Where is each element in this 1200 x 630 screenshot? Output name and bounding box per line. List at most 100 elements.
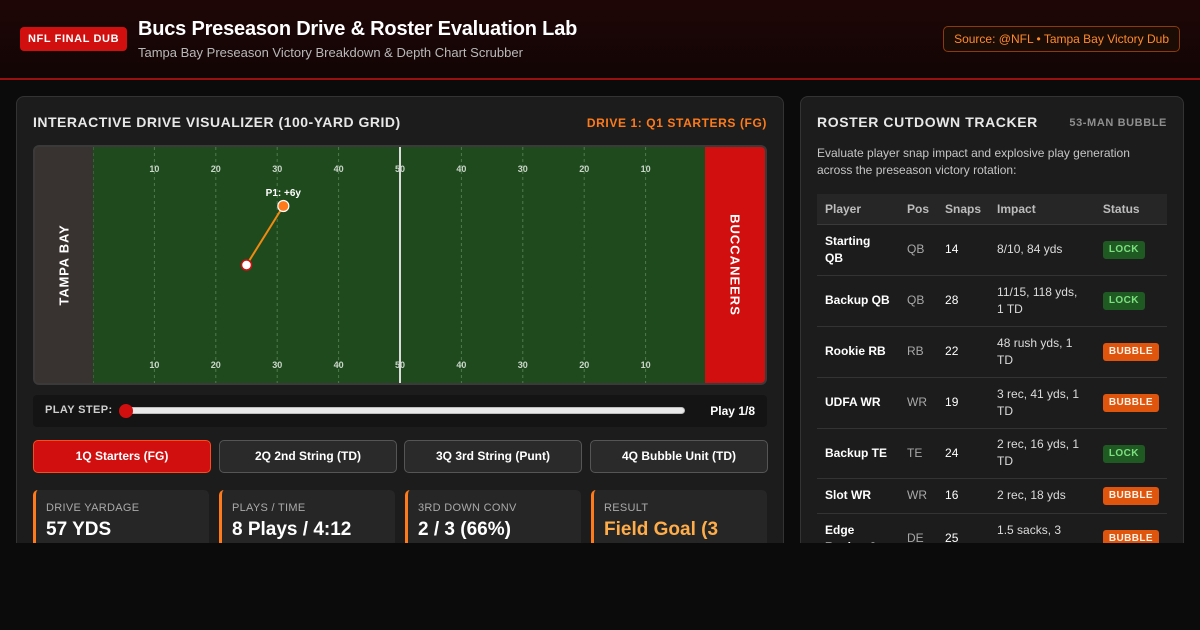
yard-number: 40 <box>456 164 466 174</box>
roster-bubble-badge: 53-MAN BUBBLE <box>1069 117 1167 129</box>
status-cell: BUBBLE <box>1094 478 1167 514</box>
status-cell: LOCK <box>1094 428 1167 479</box>
stat-value: 57 YDS <box>46 519 112 540</box>
table-row[interactable]: Backup QB QB 28 11/15, 118 yds, 1 TD LOC… <box>817 275 1167 327</box>
status-badge: LOCK <box>1102 241 1145 259</box>
column-header[interactable]: Snaps <box>937 194 990 225</box>
roster-panel-title: ROSTER CUTDOWN TRACKER <box>817 114 1038 130</box>
player-snaps: 22 <box>937 326 990 378</box>
yard-number: 10 <box>149 164 159 174</box>
page-footer-band <box>0 543 1200 630</box>
table-row[interactable]: UDFA WR WR 19 3 rec, 41 yds, 1 TD BUBBLE <box>817 377 1167 429</box>
play-count: Play 1/8 <box>710 404 755 418</box>
table-row[interactable]: Backup TE TE 24 2 rec, 16 yds, 1 TD LOCK <box>817 428 1167 479</box>
player-name: Backup QB <box>817 275 899 327</box>
yard-number: 40 <box>334 360 344 370</box>
roster-description: Evaluate player snap impact and explosiv… <box>817 146 1130 177</box>
player-impact: 2 rec, 18 yds <box>989 478 1095 514</box>
player-impact: 48 rush yds, 1 TD <box>989 326 1095 378</box>
player-impact: 3 rec, 41 yds, 1 TD <box>989 377 1095 429</box>
drive-button-1q[interactable]: 1Q Starters (FG) <box>33 440 211 473</box>
yard-number: 40 <box>456 360 466 370</box>
yard-number: 40 <box>334 164 344 174</box>
stat-label: 3RD DOWN CONV <box>418 502 517 514</box>
yard-number: 30 <box>518 360 528 370</box>
endzone-left: TAMPA BAY <box>35 147 93 383</box>
yard-number: 20 <box>579 360 589 370</box>
status-cell: BUBBLE <box>1094 377 1167 429</box>
stat-value: Field Goal (3 <box>604 519 719 540</box>
endzone-left-label: TAMPA BAY <box>56 224 72 306</box>
endzone-right-label: BUCCANEERS <box>727 214 743 316</box>
source-link[interactable]: Source: @NFL • Tampa Bay Victory Dub <box>943 26 1180 52</box>
field-grid: 102030405040302010 102030405040302010 P1… <box>93 147 707 383</box>
yard-number: 20 <box>211 360 221 370</box>
drive-button-3q[interactable]: 3Q 3rd String (Punt) <box>404 440 582 473</box>
play-step-bar: PLAY STEP: Play 1/8 <box>33 395 767 427</box>
status-badge: BUBBLE <box>1102 487 1159 505</box>
table-row[interactable]: Starting QB QB 14 8/10, 84 yds LOCK <box>817 224 1167 276</box>
player-pos: WR <box>899 377 938 429</box>
column-header[interactable]: Pos <box>899 194 938 225</box>
player-name: UDFA WR <box>817 377 899 429</box>
player-name: Slot WR <box>817 478 899 514</box>
player-name: Rookie RB <box>817 326 899 378</box>
table-row[interactable]: Rookie RB RB 22 48 rush yds, 1 TD BUBBLE <box>817 326 1167 378</box>
stat-label: PLAYS / TIME <box>232 502 306 514</box>
drive-label: DRIVE 1: Q1 STARTERS (FG) <box>586 116 767 130</box>
slider-thumb[interactable] <box>119 404 133 418</box>
ball-marker[interactable] <box>277 199 290 213</box>
status-badge: LOCK <box>1102 292 1145 310</box>
player-snaps: 16 <box>937 478 990 514</box>
stat-value: 2 / 3 (66%) <box>418 519 511 540</box>
drive-selector: 1Q Starters (FG) 2Q 2nd String (TD) 3Q 3… <box>33 440 768 473</box>
yard-number: 30 <box>272 164 282 174</box>
yard-number: 10 <box>641 164 651 174</box>
yard-number: 30 <box>272 360 282 370</box>
player-pos: RB <box>899 326 938 378</box>
page-title: Bucs Preseason Drive & Roster Evaluation… <box>138 18 578 40</box>
play-step-slider[interactable] <box>119 404 685 418</box>
player-snaps: 24 <box>937 428 990 479</box>
player-name: Starting QB <box>817 224 899 276</box>
roster-table: Player Pos Snaps Impact Status Starting … <box>817 194 1167 565</box>
player-snaps: 19 <box>937 377 990 429</box>
status-cell: LOCK <box>1094 224 1167 276</box>
nfl-final-dub-badge: NFL FINAL DUB <box>20 27 128 51</box>
football-field[interactable]: TAMPA BAY 102030405040302010 10203040504… <box>33 145 767 385</box>
endzone-right: BUCCANEERS <box>705 147 765 383</box>
stat-label: DRIVE YARDAGE <box>46 502 140 514</box>
status-badge: BUBBLE <box>1102 394 1159 412</box>
status-badge: LOCK <box>1102 444 1145 463</box>
roster-tracker-panel: ROSTER CUTDOWN TRACKER 53-MAN BUBBLE Eva… <box>800 96 1184 566</box>
stat-value: 8 Plays / 4:12 <box>232 519 352 540</box>
player-snaps: 14 <box>937 224 990 276</box>
drive-panel-title: INTERACTIVE DRIVE VISUALIZER (100-YARD G… <box>33 114 401 130</box>
drive-button-4q[interactable]: 4Q Bubble Unit (TD) <box>590 440 768 473</box>
player-impact: 11/15, 118 yds, 1 TD <box>989 275 1095 327</box>
column-header[interactable]: Status <box>1094 194 1167 225</box>
player-pos: QB <box>899 224 938 276</box>
drive-button-2q[interactable]: 2Q 2nd String (TD) <box>219 440 397 473</box>
app-header: NFL FINAL DUB Bucs Preseason Drive & Ros… <box>0 0 1200 80</box>
stat-label: RESULT <box>604 502 649 514</box>
table-row[interactable]: Slot WR WR 16 2 rec, 18 yds BUBBLE <box>817 478 1167 514</box>
player-pos: QB <box>899 275 938 327</box>
player-snaps: 28 <box>937 275 990 327</box>
player-pos: WR <box>899 478 938 514</box>
play-marker-label: P1: +6y <box>266 188 302 199</box>
status-cell: LOCK <box>1094 275 1167 327</box>
play-step-label: PLAY STEP: <box>45 404 113 416</box>
status-badge: BUBBLE <box>1102 343 1159 361</box>
yard-number: 10 <box>149 360 159 370</box>
play-start-marker <box>240 259 253 271</box>
player-impact: 8/10, 84 yds <box>989 224 1095 276</box>
player-name: Backup TE <box>817 428 899 479</box>
column-header[interactable]: Impact <box>989 194 1095 225</box>
table-header-row: Player Pos Snaps Impact Status <box>817 194 1167 225</box>
yard-number: 20 <box>211 164 221 174</box>
yard-number: 30 <box>518 164 528 174</box>
column-header[interactable]: Player <box>817 194 899 225</box>
player-pos: TE <box>899 428 938 479</box>
drive-visualizer-panel: INTERACTIVE DRIVE VISUALIZER (100-YARD G… <box>16 96 784 566</box>
